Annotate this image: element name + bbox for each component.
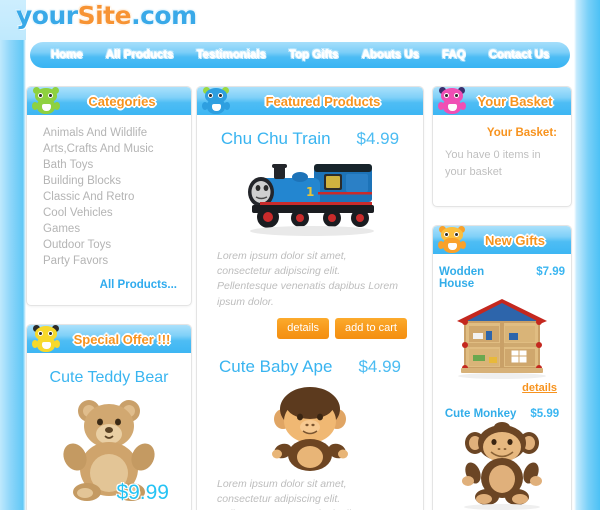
- new-gifts-panel: New Gifts Wodden House $7.99 details Cut…: [432, 225, 572, 510]
- category-item[interactable]: Animals And Wildlife: [43, 125, 181, 141]
- gift-card: Wodden House $7.99 details: [439, 260, 565, 402]
- left-sidebar: Categories Animals And Wildlife Arts,Cra…: [26, 86, 192, 510]
- orange-tiger-mascot-icon: [437, 226, 467, 254]
- gift-price: $5.99: [530, 408, 560, 420]
- featured-products-panel-body: Chu Chu Train $4.99 1 Lorem ipsum dolor …: [197, 115, 423, 510]
- gift-title-row: Cute Monkey $5.99: [439, 406, 565, 422]
- special-offer-panel: Special Offer !!! Cute Teddy Bear $9.99: [26, 324, 192, 510]
- right-sidebar: Your Basket Your Basket: You have 0 item…: [432, 86, 572, 510]
- product-card: Chu Chu Train $4.99 1 Lorem ipsum dolor …: [203, 121, 417, 343]
- plush-monkey-image[interactable]: [439, 422, 565, 510]
- gift-price: $7.99: [536, 266, 565, 278]
- gift-name[interactable]: Wodden House: [439, 266, 522, 290]
- basket-panel-body: Your Basket: You have 0 items in your ba…: [433, 115, 571, 206]
- green-monster-mascot-icon: [31, 87, 61, 115]
- category-item[interactable]: Outdoor Toys: [43, 237, 181, 253]
- categories-panel: Categories Animals And Wildlife Arts,Cra…: [26, 86, 192, 306]
- left-gradient-rail: [0, 0, 26, 510]
- add-to-cart-button[interactable]: add to cart: [335, 317, 407, 339]
- basket-heading: Your Basket:: [486, 127, 557, 139]
- new-gifts-panel-body: Wodden House $7.99 details Cute Monkey $…: [433, 254, 571, 510]
- logo-part-2: Site: [77, 1, 132, 30]
- featured-products-panel-title: Featured Products: [265, 93, 381, 109]
- category-item[interactable]: Building Blocks: [43, 173, 181, 189]
- nav-item-testimonials[interactable]: Testimonials: [189, 48, 272, 62]
- product-action-row: details add to cart: [205, 310, 415, 341]
- product-description: Lorem ipsum dolor sit amet, consectetur …: [217, 477, 398, 510]
- site-logo[interactable]: yourSite.com: [16, 1, 197, 30]
- right-gradient-rail: [574, 0, 600, 510]
- nav-item-abouts-us[interactable]: Abouts Us: [354, 48, 426, 62]
- blue-monster-mascot-icon: [201, 87, 231, 115]
- special-offer-panel-body: Cute Teddy Bear $9.99: [27, 353, 191, 510]
- product-name[interactable]: Cute Baby Ape: [219, 357, 332, 377]
- wooden-dollhouse-image[interactable]: [439, 292, 565, 380]
- nav-label: Contact Us: [488, 49, 550, 61]
- special-offer-panel-header: Special Offer !!!: [27, 325, 191, 353]
- nav-item-top-gifts[interactable]: Top Gifts: [282, 48, 346, 62]
- nav-item-all-products[interactable]: All Products: [99, 48, 181, 62]
- gift-title-row: Wodden House $7.99: [439, 264, 565, 292]
- logo-part-1: your: [16, 1, 78, 30]
- product-price: $4.99: [356, 129, 400, 148]
- category-item[interactable]: Games: [43, 221, 181, 237]
- nav-item-home[interactable]: Home: [44, 48, 90, 62]
- plush-baby-ape-image[interactable]: [205, 379, 415, 471]
- basket-empty-text: You have 0 items in your basket: [445, 149, 541, 178]
- special-offer-panel-title: Special Offer !!!: [73, 331, 171, 347]
- nav-label: Abouts Us: [361, 49, 419, 61]
- product-name[interactable]: Chu Chu Train: [221, 129, 331, 149]
- category-item[interactable]: Cool Vehicles: [43, 205, 181, 221]
- gift-card: Cute Monkey $5.99: [439, 402, 565, 510]
- category-item[interactable]: Arts,Crafts And Music: [43, 141, 181, 157]
- nav-label: Home: [50, 49, 83, 61]
- gift-details-link[interactable]: details: [439, 380, 565, 400]
- category-item[interactable]: Bath Toys: [43, 157, 181, 173]
- all-products-link[interactable]: All Products...: [37, 269, 181, 293]
- gift-name[interactable]: Cute Monkey: [445, 408, 517, 420]
- basket-panel-title: Your Basket: [477, 93, 553, 109]
- blue-train-engine-image[interactable]: 1: [205, 151, 415, 243]
- nav-item-faq[interactable]: FAQ: [435, 48, 473, 62]
- featured-products-column: Featured Products Chu Chu Train $4.99 1 …: [196, 86, 424, 510]
- nav-label: Top Gifts: [288, 49, 339, 61]
- categories-panel-title: Categories: [88, 93, 156, 109]
- nav-item-contact-us[interactable]: Contact Us: [482, 48, 557, 62]
- svg-text:1: 1: [306, 185, 314, 199]
- product-title-row: Cute Baby Ape $4.99: [205, 353, 415, 379]
- page-root: yourSite.com Home All Products Testimoni…: [0, 0, 600, 510]
- yellow-panda-mascot-icon: [31, 325, 61, 353]
- featured-products-panel-header: Featured Products: [197, 87, 423, 115]
- product-price: $4.99: [358, 356, 401, 376]
- featured-products-panel: Featured Products Chu Chu Train $4.99 1 …: [196, 86, 424, 510]
- basket-panel-header: Your Basket: [433, 87, 571, 115]
- category-item[interactable]: Classic And Retro: [43, 189, 181, 205]
- product-title-row: Chu Chu Train $4.99: [205, 125, 415, 151]
- new-gifts-panel-title: New Gifts: [485, 232, 545, 248]
- basket-panel: Your Basket Your Basket: You have 0 item…: [432, 86, 572, 207]
- pink-monster-mascot-icon: [437, 87, 467, 115]
- new-gifts-panel-header: New Gifts: [433, 226, 571, 254]
- logo-part-3: .com: [131, 1, 197, 30]
- product-description: Lorem ipsum dolor sit amet, consectetur …: [217, 250, 398, 308]
- details-button[interactable]: details: [277, 317, 330, 339]
- special-offer-product-name[interactable]: Cute Teddy Bear: [37, 361, 181, 389]
- category-item[interactable]: Party Favors: [43, 253, 181, 269]
- categories-panel-header: Categories: [27, 87, 191, 115]
- categories-panel-body: Animals And Wildlife Arts,Crafts And Mus…: [27, 115, 191, 305]
- product-card: Cute Baby Ape $4.99 Lorem ipsum dolor si…: [203, 343, 417, 510]
- main-navigation: Home All Products Testimonials Top Gifts…: [30, 42, 570, 68]
- category-list: Animals And Wildlife Arts,Crafts And Mus…: [37, 123, 181, 269]
- nav-label: All Products: [105, 49, 174, 61]
- nav-label: FAQ: [441, 49, 466, 61]
- nav-label: Testimonials: [196, 49, 266, 61]
